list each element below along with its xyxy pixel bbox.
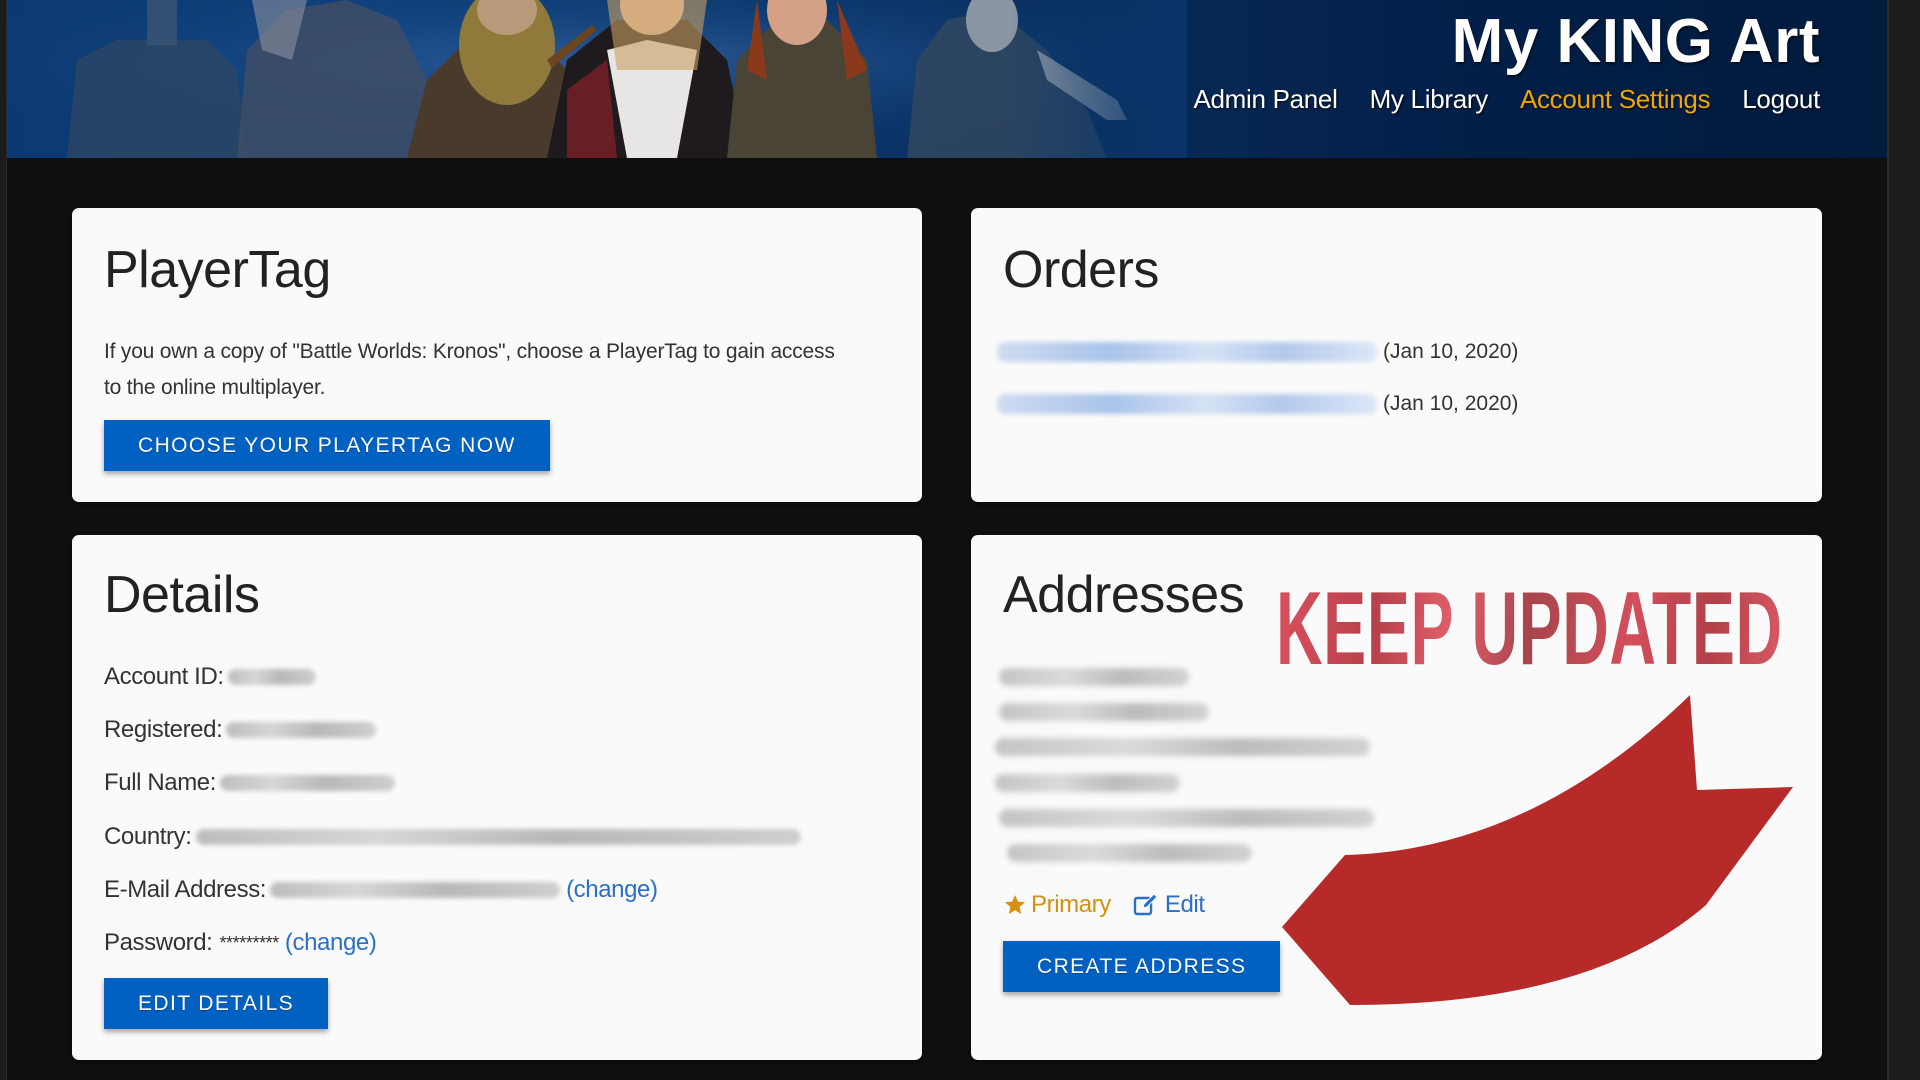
details-title: Details bbox=[104, 566, 260, 624]
address-line-redacted bbox=[995, 738, 1370, 756]
edit-label: Edit bbox=[1164, 891, 1205, 918]
addresses-title: Addresses bbox=[1003, 566, 1245, 624]
detail-label: Full Name: bbox=[104, 769, 217, 796]
order-date: (Jan 10, 2020) bbox=[1383, 340, 1519, 363]
nav-account-settings[interactable]: Account Settings bbox=[1520, 84, 1711, 115]
detail-label: E-Mail Address: bbox=[104, 876, 267, 903]
site-header: My KING Art Admin Panel My Library Accou… bbox=[7, 0, 1887, 158]
edit-icon bbox=[1133, 893, 1158, 916]
address-actions: Primary Edit bbox=[1003, 891, 1205, 919]
detail-value-redacted bbox=[227, 669, 316, 685]
edit-address-link[interactable]: Edit bbox=[1133, 891, 1205, 919]
detail-password: Password: ********* (change) bbox=[104, 929, 377, 957]
primary-label: Primary bbox=[1031, 891, 1111, 918]
primary-indicator: Primary bbox=[1003, 891, 1111, 919]
detail-label: Account ID: bbox=[104, 663, 224, 690]
detail-registered: Registered: bbox=[104, 716, 377, 744]
order-item: (Jan 10, 2020) bbox=[997, 340, 1518, 364]
detail-country: Country: bbox=[104, 823, 801, 851]
address-line-redacted bbox=[999, 703, 1209, 721]
playertag-title: PlayerTag bbox=[104, 241, 331, 299]
nav-logout[interactable]: Logout bbox=[1742, 84, 1820, 115]
details-card: Details Account ID: Registered: Full Nam… bbox=[72, 535, 922, 1060]
window-left-edge bbox=[0, 0, 7, 1080]
main-nav: Admin Panel My Library Account Settings … bbox=[1193, 84, 1820, 115]
orders-title: Orders bbox=[1003, 241, 1159, 299]
nav-admin-panel[interactable]: Admin Panel bbox=[1193, 84, 1337, 115]
detail-full-name: Full Name: bbox=[104, 769, 396, 797]
create-address-button[interactable]: CREATE ADDRESS bbox=[1003, 941, 1281, 992]
detail-label: Registered: bbox=[104, 716, 223, 743]
order-link-redacted[interactable] bbox=[997, 394, 1377, 414]
keep-updated-overlay-text: KEEP UPDATED bbox=[1276, 571, 1783, 687]
scrollbar-track[interactable] bbox=[1887, 0, 1920, 1080]
change-email-link[interactable]: (change) bbox=[566, 876, 658, 904]
detail-account-id: Account ID: bbox=[104, 663, 316, 691]
edit-details-button[interactable]: EDIT DETAILS bbox=[104, 978, 329, 1029]
address-line-redacted bbox=[999, 809, 1374, 827]
detail-value-redacted bbox=[226, 722, 377, 738]
star-icon bbox=[1005, 895, 1025, 914]
address-line-redacted bbox=[999, 668, 1189, 686]
orders-card: Orders (Jan 10, 2020) (Jan 10, 2020) bbox=[971, 208, 1822, 502]
detail-value-redacted bbox=[195, 829, 801, 845]
nav-my-library[interactable]: My Library bbox=[1370, 84, 1489, 115]
hero-banner-art bbox=[7, 0, 1187, 158]
order-item: (Jan 10, 2020) bbox=[997, 392, 1518, 416]
detail-value-redacted bbox=[220, 775, 396, 791]
order-date: (Jan 10, 2020) bbox=[1383, 392, 1519, 415]
detail-label: Password: bbox=[104, 929, 213, 956]
addresses-card: Addresses KEEP UPDATED Primary Edit CREA… bbox=[971, 535, 1822, 1060]
brand-title: My KING Art bbox=[1451, 7, 1820, 76]
address-line-redacted bbox=[995, 774, 1180, 792]
order-link-redacted[interactable] bbox=[997, 342, 1377, 362]
choose-playertag-button[interactable]: CHOOSE YOUR PLAYERTAG NOW bbox=[104, 420, 550, 471]
change-password-link[interactable]: (change) bbox=[285, 929, 377, 957]
address-line-redacted bbox=[1007, 844, 1252, 862]
playertag-description: If you own a copy of "Battle Worlds: Kro… bbox=[104, 340, 835, 399]
detail-label: Country: bbox=[104, 823, 192, 850]
playertag-card: PlayerTag If you own a copy of "Battle W… bbox=[72, 208, 922, 502]
detail-value-redacted bbox=[270, 882, 561, 898]
detail-email: E-Mail Address: (change) bbox=[104, 876, 658, 904]
password-mask: ********* bbox=[219, 932, 279, 953]
